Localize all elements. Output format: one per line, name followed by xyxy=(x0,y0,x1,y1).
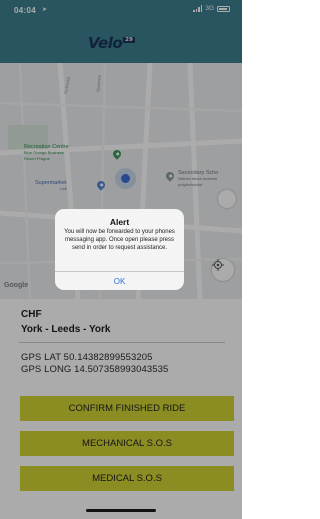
alert-dialog: Alert You will now be forwarded to your … xyxy=(55,209,184,290)
alert-ok-button[interactable]: OK xyxy=(55,272,184,290)
alert-title: Alert xyxy=(109,217,130,227)
alert-message: You will now be forwarded to your phones… xyxy=(64,229,175,251)
